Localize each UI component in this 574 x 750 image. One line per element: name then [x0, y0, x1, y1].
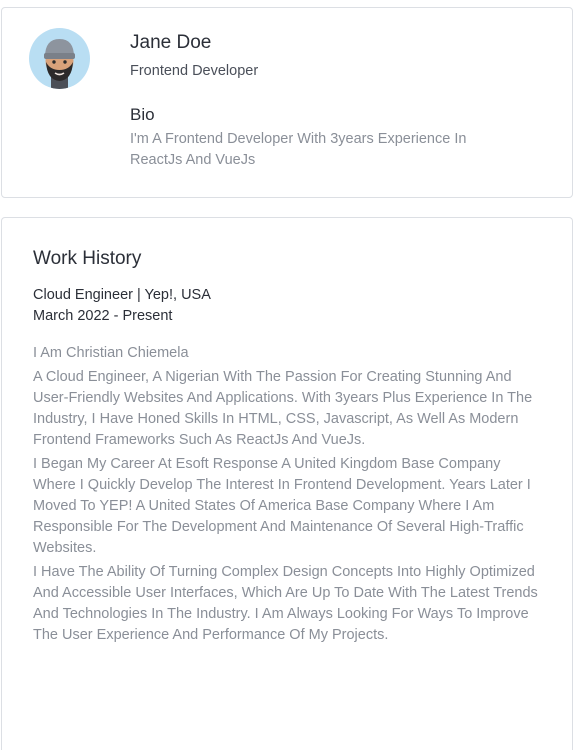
description-paragraph: I Have The Ability Of Turning Complex De… [33, 564, 538, 643]
bio-text: I'm A Frontend Developer With 3years Exp… [130, 131, 467, 168]
work-history-heading: Work History [33, 248, 142, 269]
description-paragraph: A Cloud Engineer, A Nigerian With The Pa… [33, 369, 533, 448]
profile-role: Frontend Developer [130, 63, 259, 79]
job-description: I Am Christian Chiemela A Cloud Engineer… [33, 343, 538, 649]
profile-card: Jane Doe Frontend Developer Bio I'm A Fr… [1, 7, 573, 198]
description-paragraph: I Am Christian Chiemela [33, 345, 189, 361]
description-paragraph: I Began My Career At Esoft Response A Un… [33, 456, 531, 556]
work-history-card: Work History Cloud Engineer | Yep!, USA … [1, 217, 573, 750]
job-dates: March 2022 - Present [33, 308, 173, 324]
profile-name: Jane Doe [130, 32, 212, 53]
memoji-avatar-icon[interactable] [29, 28, 90, 89]
bio-heading: Bio [130, 105, 155, 124]
job-title: Cloud Engineer | Yep!, USA [33, 287, 211, 303]
